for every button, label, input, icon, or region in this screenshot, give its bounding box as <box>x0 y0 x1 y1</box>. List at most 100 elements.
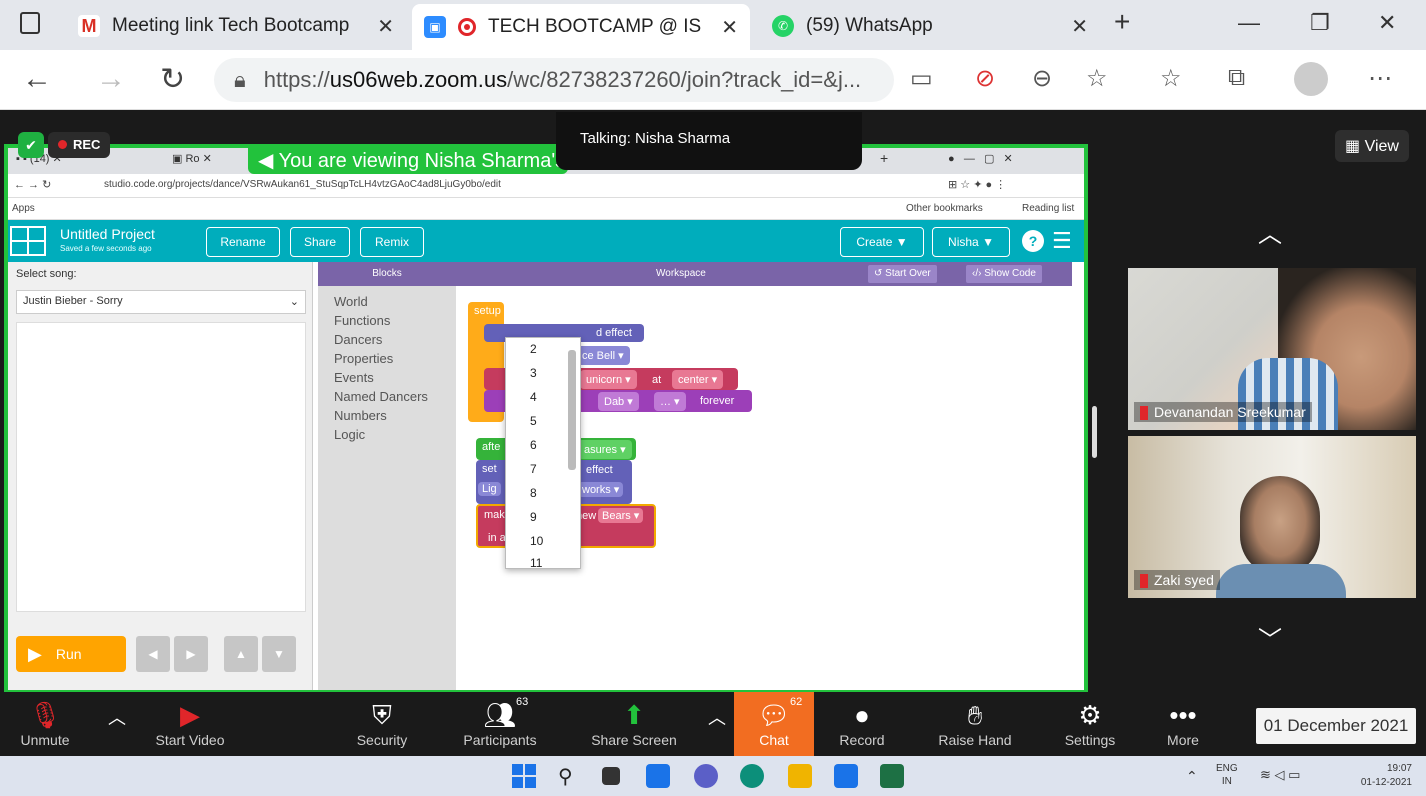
window-close-icon[interactable]: ✕ <box>1378 10 1396 36</box>
tab-actions-icon[interactable] <box>20 12 40 34</box>
inner-window-controls: ● — ▢ ✕ <box>948 153 1013 165</box>
collections-icon[interactable]: ⧉ <box>1228 64 1245 92</box>
dropdown-option: 8 <box>530 486 537 500</box>
share-screen-button[interactable]: ⬆ Share Screen <box>580 692 688 756</box>
tray-up-icon[interactable]: ⌃ <box>1186 768 1198 785</box>
remix-button: Remix <box>360 227 424 257</box>
share-options-icon[interactable]: ︿ <box>708 704 726 730</box>
date-overlay: 01 December 2021 <box>1256 708 1416 744</box>
language-indicator[interactable]: ENG IN <box>1216 762 1238 788</box>
view-button[interactable]: ▦ View <box>1335 130 1409 162</box>
category-world: World <box>334 294 368 309</box>
tab-tech-bootcamp[interactable]: ▣ TECH BOOTCAMP @ IS ✕ <box>412 4 750 50</box>
bears-dropdown: Bears ▾ <box>598 508 644 523</box>
shared-bookmarks-bar: Apps Other bookmarks Reading list <box>8 198 1084 220</box>
security-button[interactable]: ⛨ Security <box>340 692 424 756</box>
share-button: Share <box>290 227 350 257</box>
participants-count: 63 <box>516 696 529 708</box>
restore-icon[interactable]: ❐ <box>1310 10 1330 36</box>
gallery-down-icon[interactable]: ﹀ <box>1258 620 1282 655</box>
clock[interactable]: 19:07 01-12-2021 <box>1361 762 1412 790</box>
close-icon[interactable]: ✕ <box>377 14 394 39</box>
category-properties: Properties <box>334 351 394 366</box>
profile-avatar[interactable] <box>1294 62 1328 96</box>
category-functions: Functions <box>334 313 391 328</box>
in-a-label: in a <box>488 532 506 544</box>
song-select: Justin Bieber - Sorry ⌄ <box>16 290 306 314</box>
new-tab-icon[interactable]: + <box>1114 6 1130 38</box>
speed-dropdown: … ▾ <box>654 392 686 411</box>
zoom-out-icon[interactable]: ⊖ <box>1032 64 1052 93</box>
record-button[interactable]: ● Record <box>826 692 898 756</box>
microphone-muted-icon: 🎙︎ <box>28 700 62 730</box>
address-bar[interactable]: 🔒︎ https://us06web.zoom.us/wc/8273823726… <box>214 58 894 102</box>
windows-start-icon[interactable] <box>512 764 536 788</box>
browser-tab-strip: M Meeting link Tech Bootcamp ✕ ▣ TECH BO… <box>0 0 1426 50</box>
file-explorer-icon[interactable] <box>788 764 812 788</box>
close-icon[interactable]: ✕ <box>721 15 738 40</box>
camera-icon[interactable]: ▭ <box>910 64 933 93</box>
video-tile-zaki[interactable]: Zaki syed <box>1128 436 1416 598</box>
close-icon[interactable]: ✕ <box>1071 14 1088 39</box>
more-button[interactable]: ••• More <box>1152 692 1214 756</box>
excel-icon[interactable] <box>880 764 904 788</box>
split-handle[interactable] <box>1092 406 1097 458</box>
participants-button[interactable]: 👥︎ Participants <box>452 692 548 756</box>
participant-video <box>1240 476 1320 576</box>
wifi-volume-battery-icons[interactable]: ≋ ◁ ▭ <box>1260 767 1300 783</box>
dropdown-option: 4 <box>530 390 537 404</box>
inner-new-tab-icon: + <box>880 150 889 166</box>
add-favorite-icon[interactable]: ☆ <box>1086 64 1108 93</box>
forward-icon[interactable]: → <box>96 62 126 96</box>
chevron-down-icon: ⌄ <box>289 296 299 308</box>
category-numbers: Numbers <box>334 408 387 423</box>
start-video-button[interactable]: ▶︎ Start Video <box>140 692 240 756</box>
tab-label: Meeting link Tech Bootcamp <box>112 15 350 36</box>
inner-toolbar-icons: ⊞ ☆ ✦ ● ⋮ <box>948 179 1007 191</box>
minimize-icon[interactable]: — <box>1238 10 1260 36</box>
dropdown-option: 7 <box>530 462 537 476</box>
rename-button: Rename <box>206 227 280 257</box>
outlook-icon[interactable] <box>834 764 858 788</box>
more-icon[interactable]: ⋯ <box>1368 64 1392 93</box>
inner-nav: ← → ↻ <box>14 179 52 191</box>
category-dancers: Dancers <box>334 332 383 347</box>
unmute-button[interactable]: 🎙︎ Unmute <box>10 692 80 756</box>
apps-link: Apps <box>12 203 35 214</box>
tab-whatsapp[interactable]: ✆ (59) WhatsApp ✕ <box>760 7 1100 45</box>
shared-screen: ▪ ▪ (14) ✕ ▣ Ro ✕ + ● — ▢ ✕ ◀ You are vi… <box>4 144 1088 694</box>
favorites-icon[interactable]: ☆ <box>1160 64 1182 93</box>
grid-icon: ▦ <box>1345 138 1361 155</box>
at-label: at <box>652 374 662 386</box>
back-icon[interactable]: ← <box>22 62 52 96</box>
dropdown-option: 11 <box>530 556 543 568</box>
chat-count: 62 <box>790 696 803 708</box>
teams-chat-icon[interactable] <box>694 764 718 788</box>
down-arrow-button: ▼ <box>262 636 296 672</box>
widgets-icon[interactable] <box>646 764 670 788</box>
codeorg-header: Untitled Project Saved a few seconds ago… <box>8 220 1084 262</box>
gallery-up-icon[interactable]: ︿ <box>1258 214 1282 249</box>
edge-icon[interactable] <box>740 764 764 788</box>
tab-meeting-link[interactable]: M Meeting link Tech Bootcamp ✕ <box>66 7 406 45</box>
settings-button[interactable]: ⚙ Settings <box>1054 692 1126 756</box>
screen: M Meeting link Tech Bootcamp ✕ ▣ TECH BO… <box>0 0 1426 796</box>
taskbar: ⚲ ⌃ ENG IN ≋ ◁ ▭ 19:07 01-12-2021 <box>0 756 1426 796</box>
song-panel: Select song: Justin Bieber - Sorry ⌄ ▶ Run… <box>8 262 313 690</box>
bell-dropdown: ce Bell ▾ <box>576 346 630 365</box>
create-button: Create ▼ <box>840 227 924 257</box>
participants-icon: 👥︎ <box>483 700 517 730</box>
workspace-label: Workspace <box>656 268 706 279</box>
blocked-icon[interactable]: ⊘ <box>975 64 995 93</box>
other-bookmarks-link: Other bookmarks <box>906 203 983 214</box>
url-path: /wc/82738237260/join?track_id=&j... <box>507 67 862 92</box>
search-icon[interactable]: ⚲ <box>558 764 582 788</box>
raise-hand-button[interactable]: ✋︎ Raise Hand <box>926 692 1024 756</box>
reload-icon[interactable]: ↻ <box>160 62 185 97</box>
audio-options-icon[interactable]: ︿ <box>108 704 126 730</box>
workspace-header: Workspace ↺ Start Over ‹/› Show Code <box>456 262 1072 286</box>
project-title: Untitled Project <box>60 226 155 242</box>
dropdown-option: 2 <box>530 342 537 356</box>
task-view-icon[interactable] <box>602 767 620 785</box>
video-tile-devanandan[interactable]: Devanandan Sreekumar <box>1128 268 1416 430</box>
